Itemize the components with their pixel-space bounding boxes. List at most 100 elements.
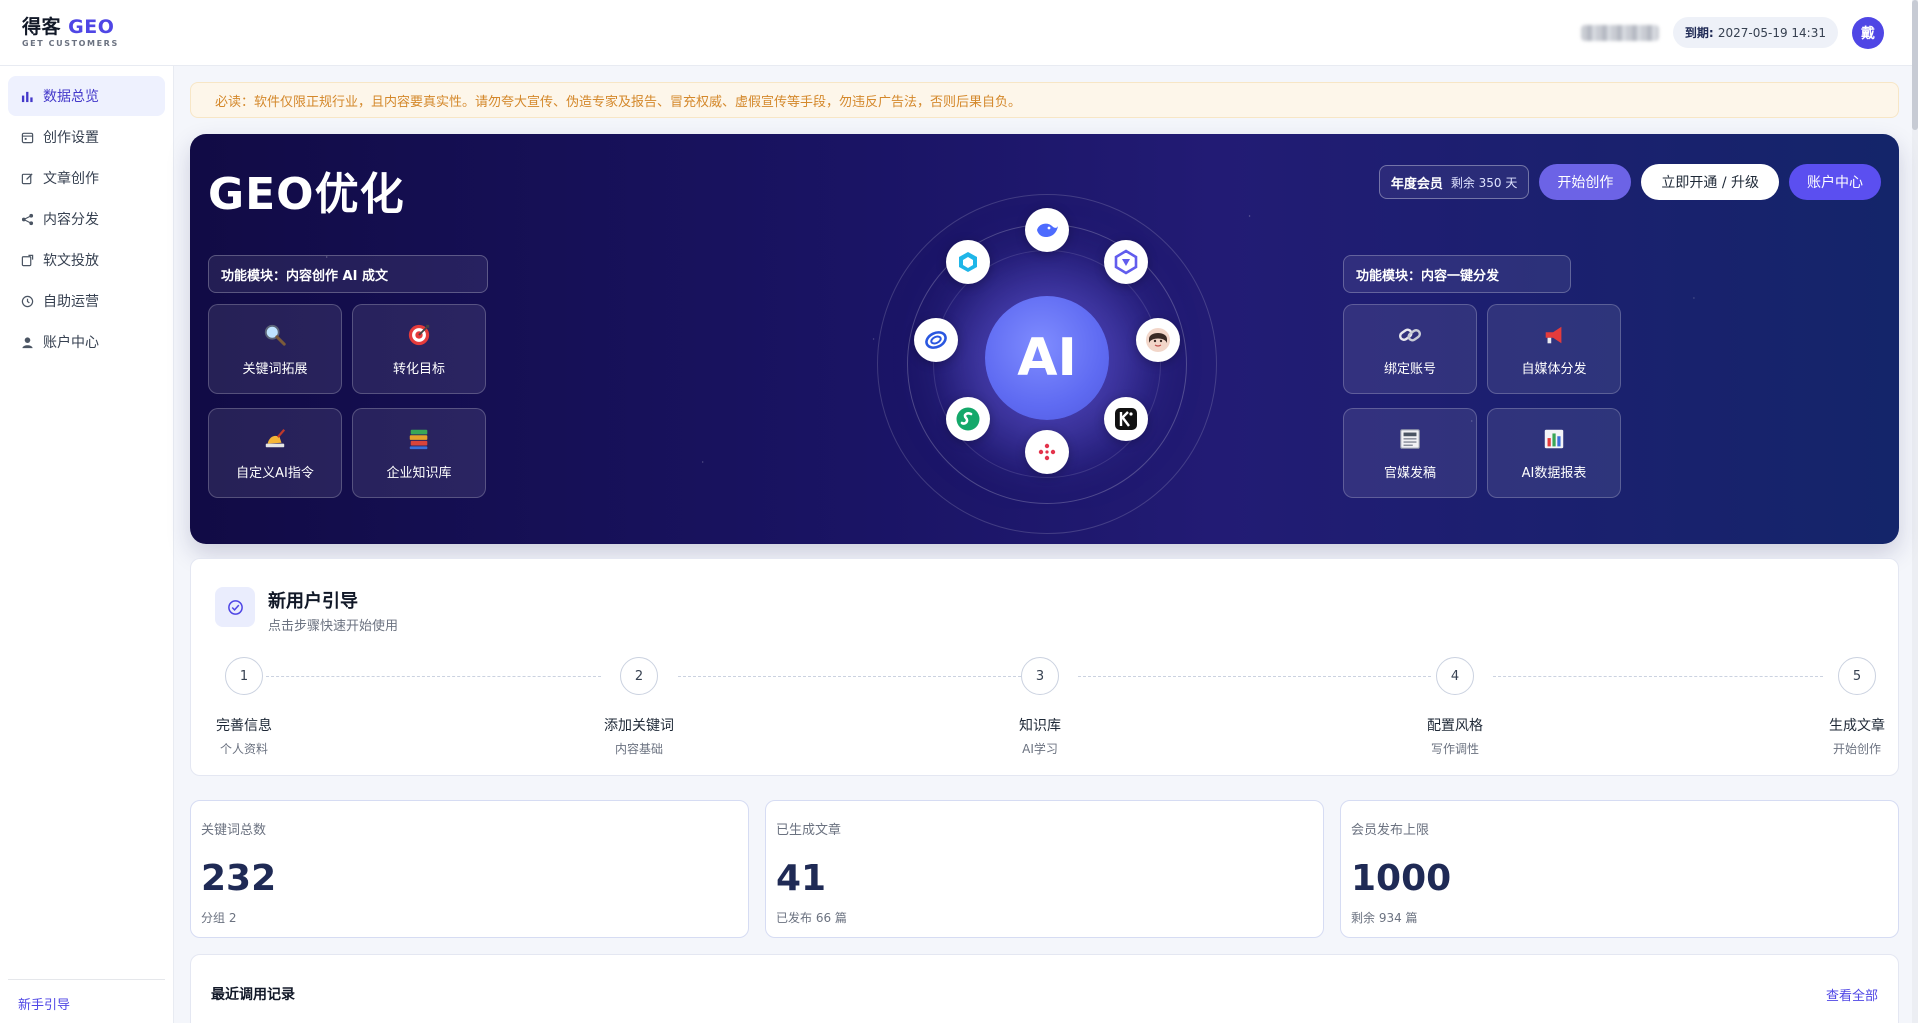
- guide-step-1[interactable]: 1 完善信息 个人资料: [184, 657, 304, 757]
- stat-sublabel: 剩余 934 篇: [1351, 911, 1418, 925]
- hero-banner: GEO优化 年度会员 剩余 350 天 开始创作 立即开通 / 升级 账户中心 …: [190, 134, 1899, 544]
- step-label: 添加关键词: [604, 718, 674, 734]
- bar-chart-icon: [1541, 426, 1567, 452]
- right-module-title: 功能模块：内容一键分发: [1343, 255, 1571, 293]
- guide-step-3[interactable]: 3 知识库 AI学习: [980, 657, 1100, 757]
- stat-label: 会员发布上限: [1351, 823, 1430, 838]
- chatglm-icon[interactable]: [946, 397, 990, 441]
- magnifier-icon: [262, 322, 288, 348]
- step-number: 2: [620, 657, 658, 695]
- scrollbar-thumb[interactable]: [1912, 0, 1918, 130]
- sidebar-item-auto-ops[interactable]: 自助运营: [8, 281, 165, 321]
- new-user-guide: 新用户引导 点击步骤快速开始使用 1 完善信息 个人资料 2 添加关键词 内容基…: [190, 558, 1899, 776]
- step-label: 知识库: [1019, 718, 1061, 734]
- bar-chart-icon: [20, 89, 34, 103]
- tile-knowledge-base[interactable]: 企业知识库: [352, 408, 486, 498]
- tile-keyword-expand[interactable]: 关键词拓展: [208, 304, 342, 394]
- stat-card-keywords: 关键词总数 232 分组 2: [190, 800, 749, 938]
- guide-subtitle: 点击步骤快速开始使用: [268, 619, 399, 634]
- membership-label: 年度会员: [1390, 176, 1443, 192]
- target-icon: [406, 322, 432, 348]
- tile-bind-account[interactable]: 绑定账号: [1343, 304, 1477, 394]
- step-sublabel: 开始创作: [1832, 742, 1881, 756]
- qwen-icon[interactable]: [1104, 240, 1148, 284]
- tile-label: 企业知识库: [386, 465, 452, 481]
- guide-step-2[interactable]: 2 添加关键词 内容基础: [579, 657, 699, 757]
- step-connector: [1493, 676, 1823, 677]
- stat-sublabel: 已发布 66 篇: [776, 911, 847, 925]
- stat-card-publish-limit: 会员发布上限 1000 剩余 934 篇: [1340, 800, 1899, 938]
- brand-logo[interactable]: 得客 GEO GET CUSTOMERS: [22, 15, 119, 48]
- stat-value: 232: [201, 858, 277, 899]
- tencent-hunyuan-icon[interactable]: [1025, 430, 1069, 474]
- sidebar-item-account[interactable]: 账户中心: [8, 322, 165, 362]
- sidebar-item-create-settings[interactable]: 创作设置: [8, 117, 165, 157]
- page-scrollbar[interactable]: [1912, 0, 1918, 1023]
- doubao-icon[interactable]: [914, 318, 958, 362]
- tile-custom-ai-prompt[interactable]: 自定义AI指令: [208, 408, 342, 498]
- membership-badge: 年度会员 剩余 350 天: [1378, 165, 1530, 199]
- tile-label: 官媒发稿: [1383, 465, 1436, 481]
- ai-orbit: AI: [877, 194, 1217, 534]
- tile-label: 自媒体分发: [1521, 361, 1587, 377]
- clock-icon: [20, 294, 34, 308]
- step-number: 5: [1838, 657, 1876, 695]
- megaphone-icon: [1541, 322, 1567, 348]
- stat-value: 1000: [1351, 858, 1452, 899]
- sidebar-item-soft-article[interactable]: 软文投放: [8, 240, 165, 280]
- share-icon: [20, 212, 34, 226]
- link-icon: [1397, 322, 1423, 348]
- brand-name: 得客 GEO: [22, 15, 119, 38]
- step-sublabel: AI学习: [1022, 742, 1058, 756]
- sidebar-item-article-create[interactable]: 文章创作: [8, 158, 165, 198]
- step-connector: [1078, 676, 1431, 677]
- tile-self-media-distribution[interactable]: 自媒体分发: [1487, 304, 1621, 394]
- tile-label: 自定义AI指令: [236, 465, 314, 481]
- sidebar-item-label: 自助运营: [43, 294, 99, 310]
- expire-label: 到期:: [1684, 26, 1714, 40]
- brand-name-cn: 得客: [22, 15, 62, 38]
- deepseek-icon[interactable]: [1025, 208, 1069, 252]
- sidebar-item-label: 软文投放: [43, 253, 99, 269]
- sidebar: 数据总览 创作设置 文章创作 内容分发 软文投放 自助运营 账户中心 新手引导: [0, 66, 174, 1023]
- step-number: 4: [1436, 657, 1474, 695]
- brand-name-geo: GEO: [68, 15, 115, 38]
- recent-calls-panel: 最近调用记录 查看全部: [190, 954, 1899, 1023]
- start-create-button[interactable]: 开始创作: [1539, 164, 1632, 200]
- user-icon: [20, 335, 34, 349]
- tile-ai-data-report[interactable]: AI数据报表: [1487, 408, 1621, 498]
- hero-title: GEO优化: [208, 169, 405, 220]
- stat-label: 已生成文章: [776, 823, 842, 838]
- step-number: 3: [1021, 657, 1059, 695]
- avatar[interactable]: 戴: [1852, 16, 1884, 49]
- tile-official-media[interactable]: 官媒发稿: [1343, 408, 1477, 498]
- guide-step-5[interactable]: 5 生成文章 开始创作: [1797, 657, 1917, 757]
- tile-conversion-target[interactable]: 转化目标: [352, 304, 486, 394]
- step-sublabel: 内容基础: [614, 742, 663, 756]
- guide-step-4[interactable]: 4 配置风格 写作调性: [1395, 657, 1515, 757]
- assistant-avatar-icon[interactable]: [1136, 318, 1180, 362]
- stat-sublabel: 分组 2: [201, 911, 237, 925]
- blurred-username: [1580, 24, 1659, 41]
- sidebar-item-overview[interactable]: 数据总览: [8, 76, 165, 116]
- sidebar-item-label: 账户中心: [43, 335, 99, 351]
- edit-icon: [20, 171, 34, 185]
- tile-label: 关键词拓展: [242, 361, 308, 377]
- onboarding-link[interactable]: 新手引导: [18, 998, 70, 1013]
- top-bar: 得客 GEO GET CUSTOMERS 到期: 2027-05-19 14:3…: [0, 0, 1918, 66]
- account-center-button[interactable]: 账户中心: [1789, 164, 1881, 200]
- recent-calls-title: 最近调用记录: [211, 987, 295, 1003]
- step-connector: [266, 676, 601, 677]
- sidebar-footer: 新手引导: [8, 979, 165, 1023]
- upgrade-button[interactable]: 立即开通 / 升级: [1641, 164, 1779, 200]
- view-all-link[interactable]: 查看全部: [1826, 985, 1878, 1004]
- tile-label: 绑定账号: [1383, 361, 1436, 377]
- stat-label: 关键词总数: [201, 823, 267, 838]
- cube-ai-icon[interactable]: [946, 240, 990, 284]
- sidebar-item-distribution[interactable]: 内容分发: [8, 199, 165, 239]
- calendar-icon: [20, 130, 34, 144]
- newspaper-icon: [1397, 426, 1423, 452]
- kimi-icon[interactable]: [1104, 397, 1148, 441]
- ai-core: AI: [985, 296, 1109, 420]
- guide-title: 新用户引导: [268, 591, 358, 612]
